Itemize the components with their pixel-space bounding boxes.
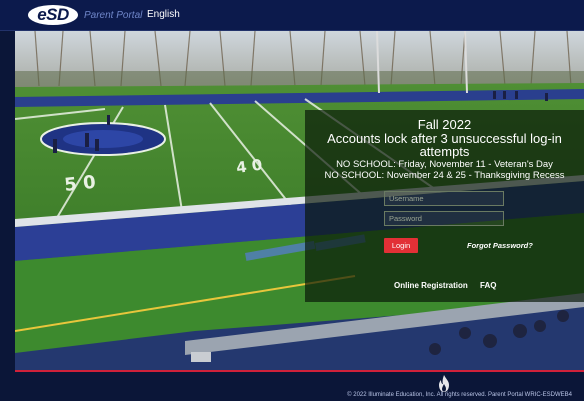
logo-mark: eSD [28,5,78,25]
svg-text:4 0: 4 0 [235,156,263,177]
login-panel: Fall 2022 Accounts lock after 3 unsucces… [305,110,584,302]
announcement-title: Fall 2022 [417,117,472,132]
esd-logo: eSD Parent Portal [28,4,142,26]
announcement: Fall 2022 Accounts lock after 3 unsucces… [305,117,584,182]
logo-subtitle: Parent Portal [84,9,143,21]
online-registration-link[interactable]: Online Registration [394,281,468,290]
announcement-lock-notice: Accounts lock after 3 unsuccessful log-i… [327,131,562,159]
bottom-links: Online Registration FAQ [394,281,496,290]
login-button[interactable]: Login [384,238,418,253]
copyright-text: © 2022 Illuminate Education, Inc. All ri… [347,392,572,398]
svg-text:5 0: 5 0 [63,172,96,196]
announcement-no-school-1: NO SCHOOL: Friday, November 11 - Veteran… [336,159,553,170]
language-selector[interactable]: English [147,9,180,20]
username-input[interactable] [384,191,504,206]
top-bar: eSD Parent Portal English [0,0,584,31]
announcement-no-school-2: NO SCHOOL: November 24 & 25 - Thanksgivi… [324,170,565,181]
flame-icon [439,375,449,392]
password-input[interactable] [384,211,504,226]
forgot-password-link[interactable]: Forgot Password? [467,241,533,250]
footer: © 2022 Illuminate Education, Inc. All ri… [0,372,584,401]
faq-link[interactable]: FAQ [480,281,496,290]
